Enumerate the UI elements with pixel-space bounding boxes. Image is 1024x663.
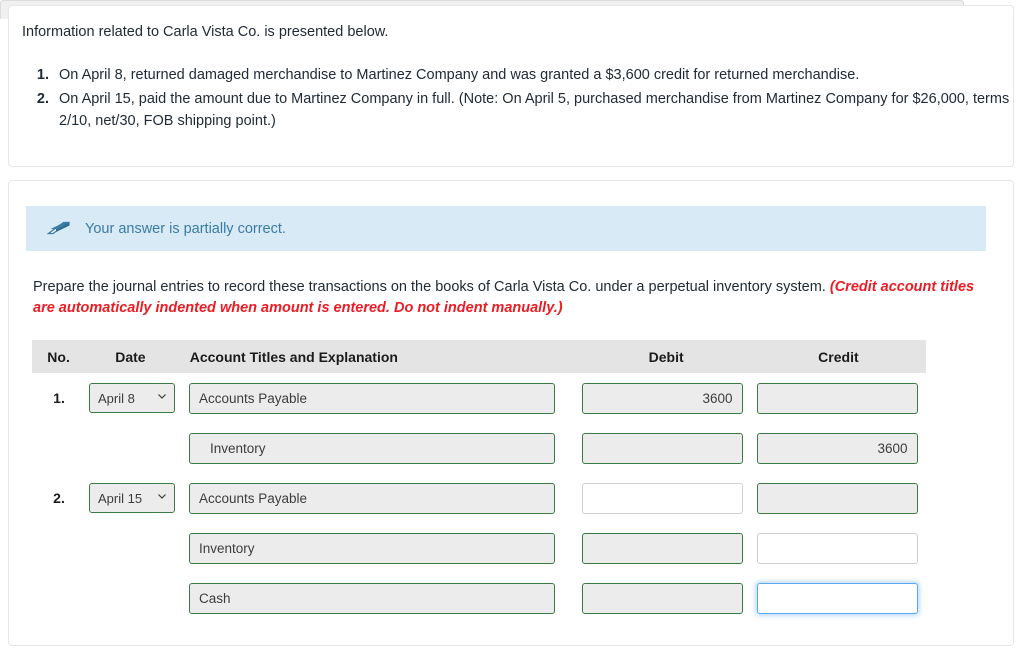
debit-amount-input[interactable] [581, 432, 743, 464]
list-item: On April 8, returned damaged merchandise… [53, 64, 1021, 86]
credit-cell [748, 382, 926, 414]
column-header-debit: Debit [648, 348, 684, 365]
column-header-account: Account Titles and Explanation [189, 348, 398, 365]
column-header-date: Date [115, 348, 146, 365]
feedback-banner: Your answer is partially correct. [26, 206, 986, 251]
date-cell [86, 533, 178, 563]
table-row [32, 423, 926, 473]
debit-amount-input[interactable] [581, 482, 743, 514]
table-body: 1. April 8 2. April 15 [32, 373, 926, 623]
account-title-input[interactable] [189, 582, 555, 614]
debit-amount-input[interactable] [581, 582, 743, 614]
credit-cell [748, 532, 926, 564]
debit-cell [576, 382, 748, 414]
account-cell [178, 532, 576, 564]
exercise-page: Information related to Carla Vista Co. i… [0, 0, 1024, 663]
account-cell [178, 582, 576, 614]
column-header-credit: Credit [818, 348, 859, 365]
date-spacer [89, 533, 175, 563]
table-row: 1. April 8 [32, 373, 926, 423]
date-select-wrapper[interactable]: April 15 [89, 483, 175, 513]
journal-entry-table: No. Date Account Titles and Explanation … [32, 340, 926, 623]
date-cell [86, 433, 178, 463]
account-title-input[interactable] [189, 382, 555, 414]
table-row [32, 523, 926, 573]
date-spacer [89, 583, 175, 613]
intro-text: Information related to Carla Vista Co. i… [22, 24, 389, 40]
credit-amount-input[interactable] [756, 382, 918, 414]
table-row [32, 573, 926, 623]
date-select[interactable]: April 15 [89, 483, 175, 513]
table-header-row: No. Date Account Titles and Explanation … [32, 340, 926, 373]
instruction-main: Prepare the journal entries to record th… [33, 279, 826, 295]
date-cell: April 8 [86, 383, 178, 413]
transaction-list: On April 8, returned damaged merchandise… [23, 64, 1021, 134]
debit-cell [576, 582, 748, 614]
date-cell: April 15 [86, 483, 178, 513]
account-title-input[interactable] [189, 532, 555, 564]
list-item: On April 15, paid the amount due to Mart… [53, 88, 1021, 132]
debit-cell [576, 482, 748, 514]
date-spacer [89, 433, 175, 463]
debit-amount-input[interactable] [581, 382, 743, 414]
credit-amount-input[interactable] [756, 432, 918, 464]
row-number: 2. [53, 490, 65, 506]
account-title-input[interactable] [189, 482, 555, 514]
date-cell [86, 583, 178, 613]
date-select-wrapper[interactable]: April 8 [89, 383, 175, 413]
column-header-no: No. [47, 348, 70, 365]
credit-cell [748, 432, 926, 464]
table-row: 2. April 15 [32, 473, 926, 523]
credit-cell [748, 482, 926, 514]
row-number: 1. [53, 390, 65, 406]
eraser-icon [47, 219, 73, 239]
debit-cell [576, 532, 748, 564]
credit-amount-input[interactable] [756, 582, 918, 614]
feedback-message: Your answer is partially correct. [85, 220, 286, 237]
instruction-text: Prepare the journal entries to record th… [33, 277, 985, 319]
account-title-input[interactable] [189, 432, 555, 464]
account-cell [178, 482, 576, 514]
debit-amount-input[interactable] [581, 532, 743, 564]
date-select[interactable]: April 8 [89, 383, 175, 413]
account-cell [178, 432, 576, 464]
debit-cell [576, 432, 748, 464]
credit-amount-input[interactable] [756, 482, 918, 514]
information-card: Information related to Carla Vista Co. i… [8, 5, 1014, 167]
account-cell [178, 382, 576, 414]
answer-card: Your answer is partially correct. Prepar… [8, 180, 1014, 646]
credit-amount-input[interactable] [756, 532, 918, 564]
credit-cell [748, 582, 926, 614]
